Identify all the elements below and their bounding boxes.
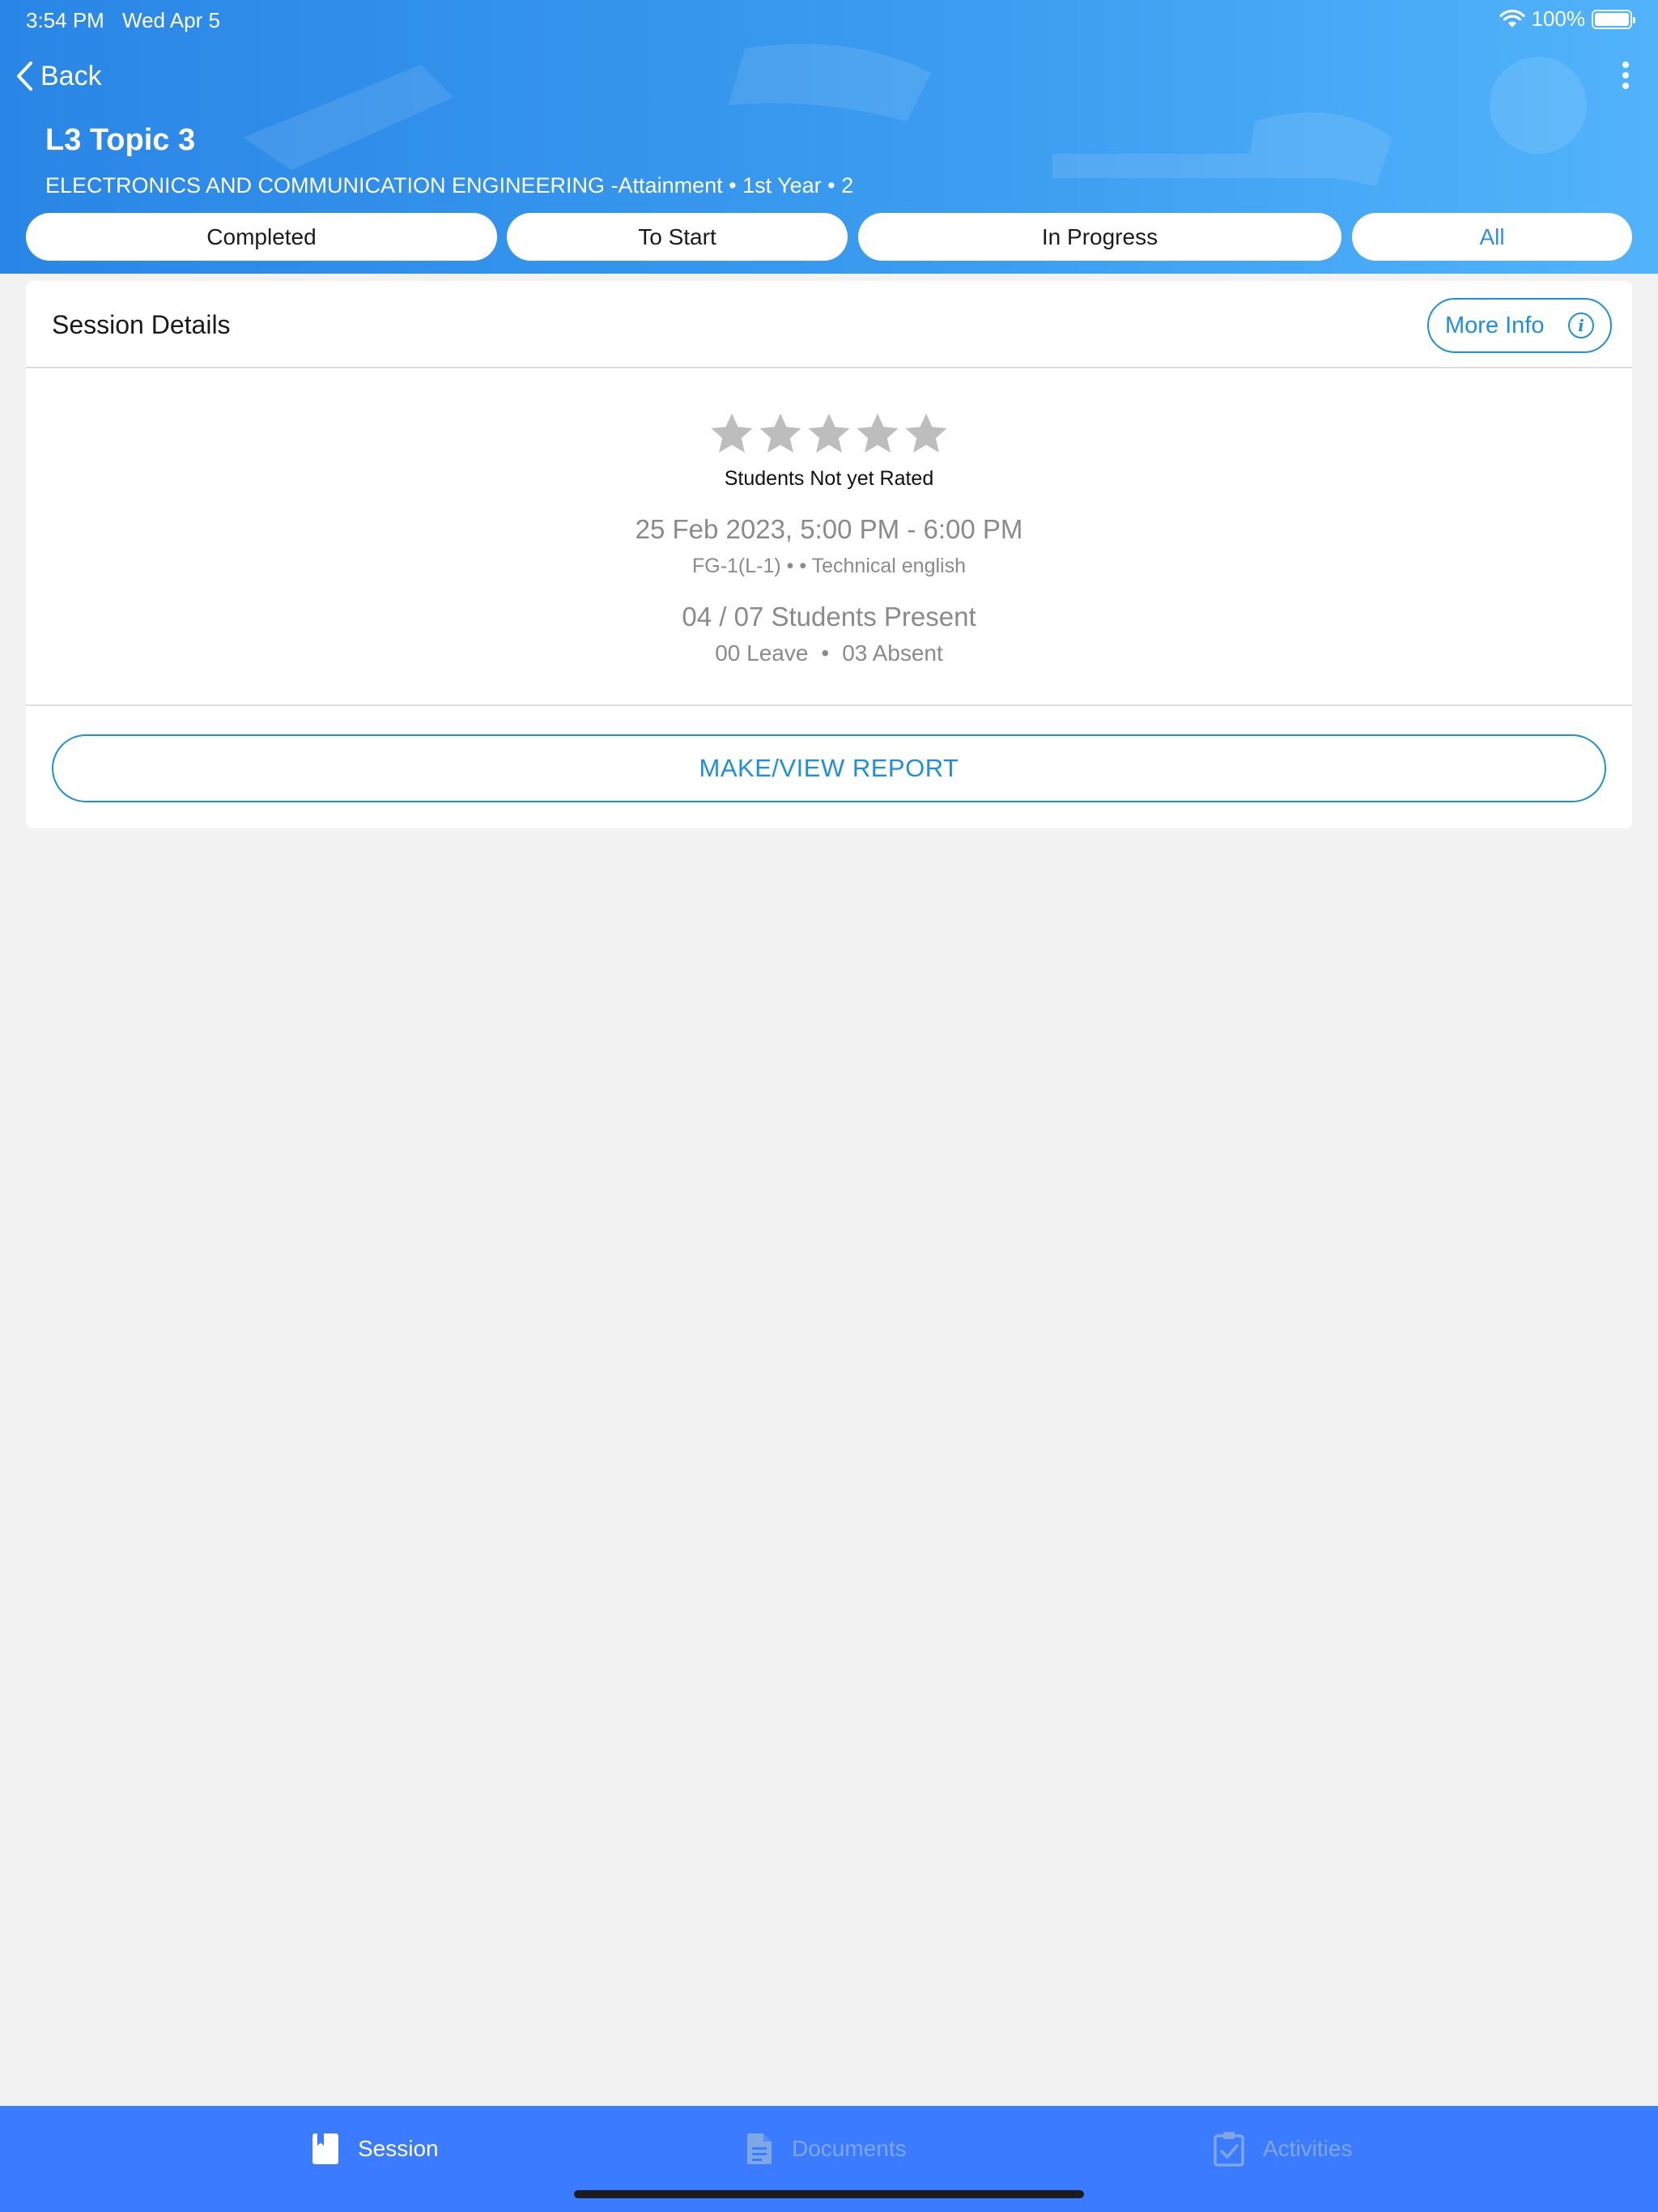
clipboard-check-icon bbox=[1214, 2132, 1244, 2167]
star-icon bbox=[808, 413, 850, 453]
session-datetime: 25 Feb 2023, 5:00 PM - 6:00 PM bbox=[635, 514, 1023, 544]
separator-dot: • bbox=[821, 640, 830, 666]
header: 3:54 PM Wed Apr 5 100% Back L3 Topic 3 E… bbox=[0, 0, 1658, 274]
bookmark-book-icon bbox=[312, 2133, 338, 2164]
page-subtitle: ELECTRONICS AND COMMUNICATION ENGINEERIN… bbox=[45, 173, 854, 198]
page-title: L3 Topic 3 bbox=[45, 123, 196, 157]
back-button-label: Back bbox=[40, 60, 102, 91]
tab-activities-label: Activities bbox=[1263, 2136, 1353, 2161]
filter-tabs: Completed To Start In Progress All bbox=[0, 213, 1658, 262]
battery-percentage: 100% bbox=[1531, 6, 1586, 31]
chevron-left-icon bbox=[17, 62, 32, 91]
make-view-report-button[interactable]: MAKE/VIEW REPORT bbox=[52, 734, 1606, 802]
session-details-card: Session Details More Info i Students Not… bbox=[26, 281, 1632, 828]
tab-session[interactable]: Session bbox=[311, 2129, 439, 2169]
more-vertical-icon[interactable] bbox=[1616, 60, 1635, 92]
status-time: 3:54 PM bbox=[26, 8, 104, 32]
filter-tab-in-progress[interactable]: In Progress bbox=[858, 213, 1341, 261]
status-bar: 3:54 PM Wed Apr 5 100% bbox=[0, 0, 1658, 39]
rating-label: Students Not yet Rated bbox=[724, 467, 934, 490]
card-title: Session Details bbox=[52, 310, 231, 339]
document-icon bbox=[747, 2133, 772, 2164]
tab-activities[interactable]: Activities bbox=[1213, 2129, 1352, 2169]
more-info-button[interactable]: More Info i bbox=[1427, 298, 1612, 353]
leave-count: 00 Leave bbox=[715, 640, 809, 666]
back-button[interactable]: Back bbox=[15, 55, 102, 97]
star-icon bbox=[905, 413, 947, 453]
wifi-icon bbox=[1499, 9, 1525, 28]
star-icon bbox=[711, 413, 753, 453]
leave-absent-summary: 00 Leave • 03 Absent bbox=[26, 640, 1632, 666]
filter-tab-to-start[interactable]: To Start bbox=[507, 213, 848, 261]
tab-documents[interactable]: Documents bbox=[745, 2129, 907, 2169]
card-header: Session Details More Info i bbox=[26, 281, 1632, 368]
filter-tab-completed[interactable]: Completed bbox=[26, 213, 497, 261]
star-icon bbox=[759, 413, 801, 453]
battery-icon bbox=[1592, 9, 1635, 29]
filter-tab-all[interactable]: All bbox=[1352, 213, 1632, 261]
attendance-count: 04 / 07 Students Present bbox=[682, 602, 976, 632]
star-rating bbox=[26, 410, 1632, 457]
status-date: Wed Apr 5 bbox=[122, 8, 220, 32]
tab-documents-label: Documents bbox=[792, 2136, 907, 2161]
more-info-label: More Info bbox=[1445, 312, 1545, 338]
session-meta: FG-1(L-1) • • Technical english bbox=[691, 555, 966, 577]
absent-count: 03 Absent bbox=[842, 640, 943, 666]
battery-fill bbox=[1595, 12, 1629, 26]
info-icon: i bbox=[1568, 313, 1594, 338]
status-indicators: 100% bbox=[1499, 6, 1635, 32]
home-indicator bbox=[574, 2190, 1084, 2198]
session-summary: Students Not yet Rated 25 Feb 2023, 5:00… bbox=[26, 370, 1632, 706]
tab-session-label: Session bbox=[358, 2136, 439, 2161]
star-icon bbox=[857, 413, 899, 453]
